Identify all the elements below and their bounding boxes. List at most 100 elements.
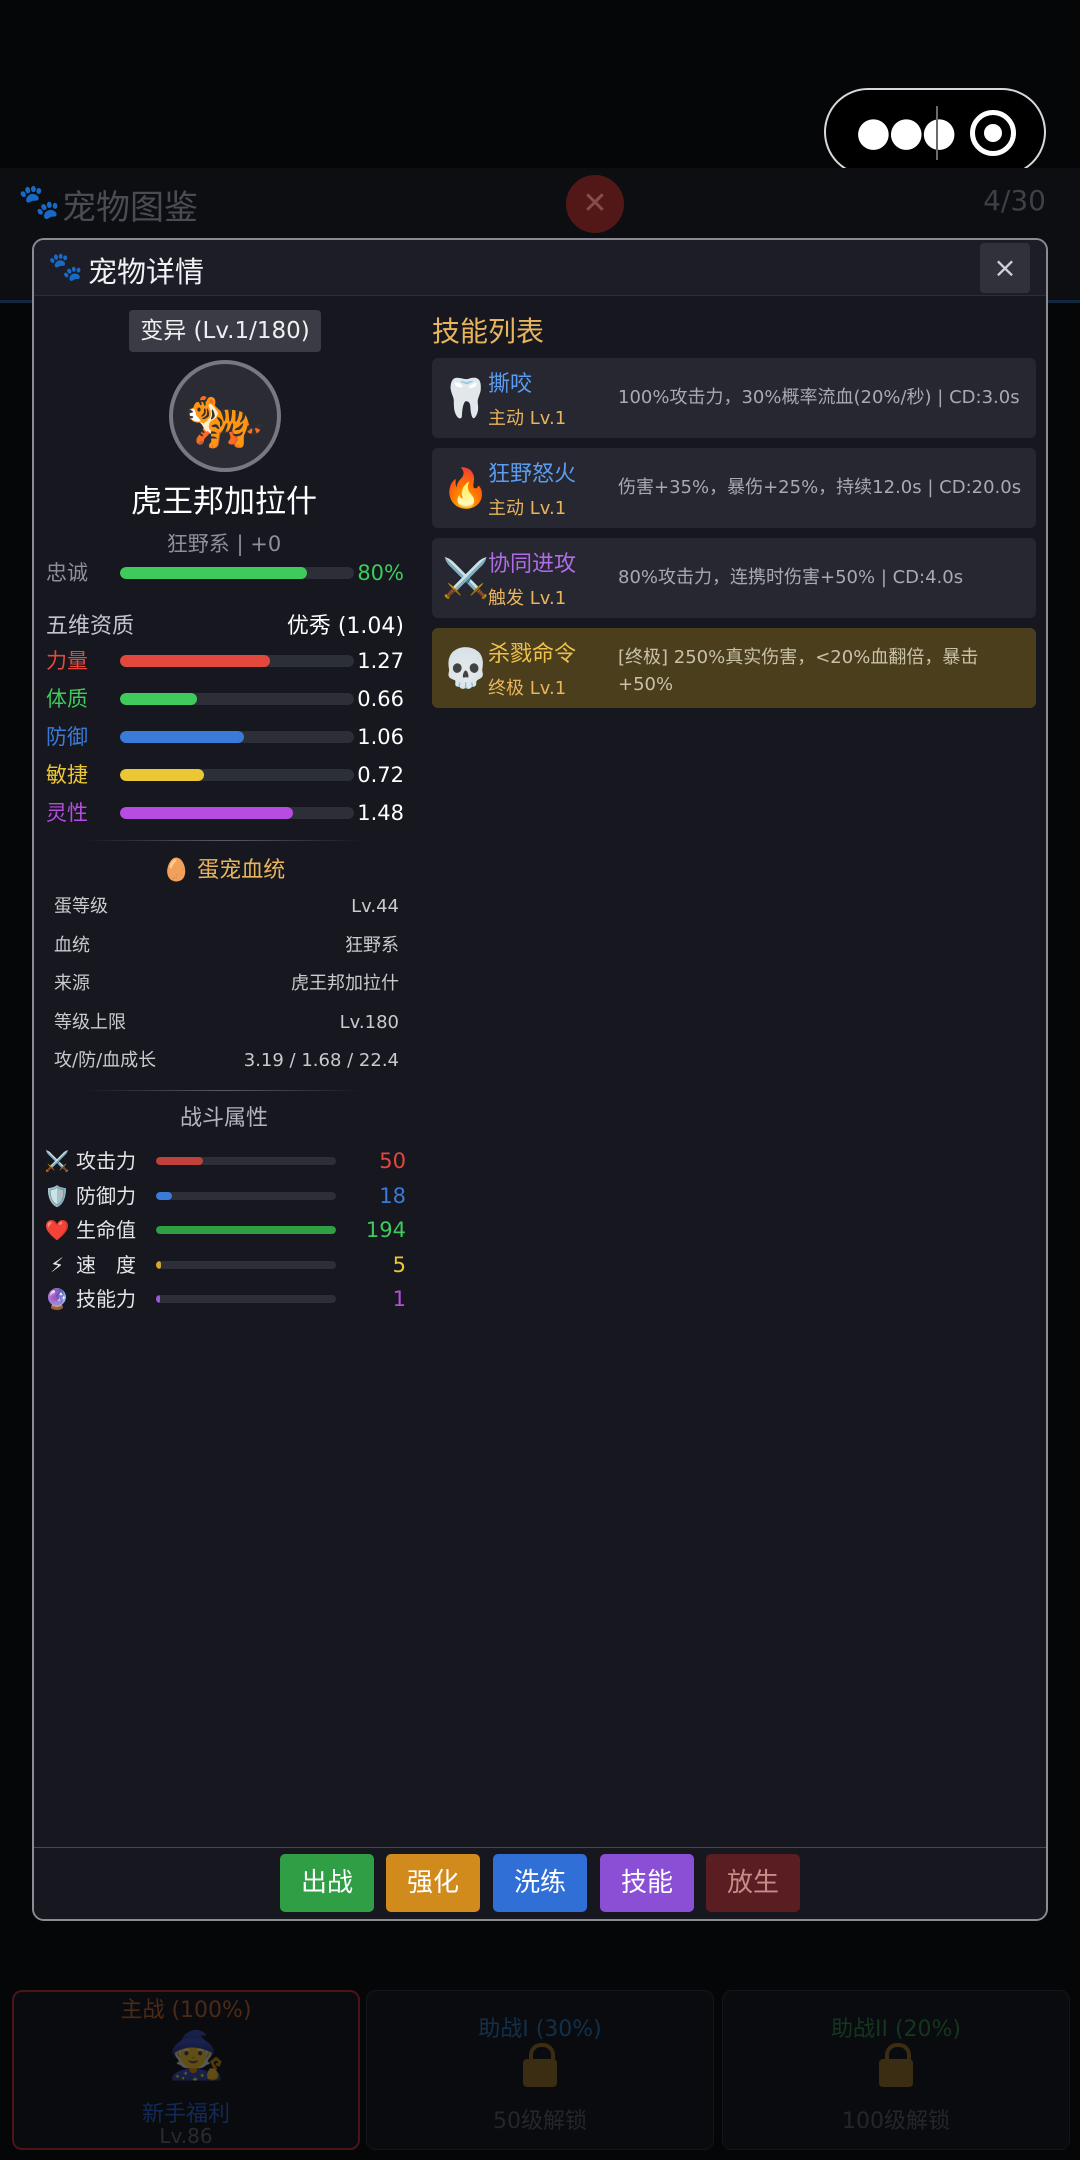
bloodline-row: 等级上限 Lv.180 xyxy=(54,1008,399,1038)
battle-stat-label: 技能力 xyxy=(76,1287,136,1311)
crossed-swords-icon: ⚔️ xyxy=(442,556,490,600)
skill-name: 协同进攻 xyxy=(488,552,577,577)
crystal-ball-icon: 🔮 xyxy=(44,1287,70,1311)
bloodline-row: 来源 虎王邦加拉什 xyxy=(54,969,399,999)
battle-stat-row-hp: ❤️ 生命值 194 xyxy=(44,1215,406,1245)
skill-card[interactable]: 💀 杀戮命令 终极 Lv.1 [终极] 250%真实伤害，<20%血翻倍，暴击+50% xyxy=(432,628,1036,708)
exit-target-icon[interactable] xyxy=(970,110,1016,156)
lightning-icon: ⚡ xyxy=(49,1252,65,1277)
aptitude-bar xyxy=(120,769,354,781)
bloodline-row: 血统 狂野系 xyxy=(54,931,399,961)
bloodline-key: 蛋等级 xyxy=(54,896,108,917)
main-battle-slot: 主战 (100%) 🧙 新手福利 Lv.86 xyxy=(12,1990,360,2150)
skills-button[interactable]: 技能 xyxy=(600,1854,694,1912)
skill-card[interactable]: ⚔️ 协同进攻 触发 Lv.1 80%攻击力，连携时伤害+50% | CD:4.0s xyxy=(432,538,1036,618)
close-button[interactable]: × xyxy=(980,243,1030,293)
shield-icon: 🛡️ xyxy=(44,1183,70,1208)
skill-level: 主动 Lv.1 xyxy=(488,408,567,429)
battle-stat-label: 速 度 xyxy=(76,1252,136,1277)
loyalty-value: 80% xyxy=(357,561,404,585)
aptitude-stat-value: 1.48 xyxy=(357,801,404,825)
bloodline-value: 虎王邦加拉什 xyxy=(291,973,399,994)
battle-stat-bar-fill xyxy=(156,1260,162,1269)
aptitude-stat-value: 0.66 xyxy=(357,687,404,711)
bloodline-key: 来源 xyxy=(54,973,90,994)
enhance-button[interactable]: 强化 xyxy=(386,1854,480,1912)
aptitude-bar xyxy=(120,655,354,667)
battle-stat-row-speed: ⚡ 速 度 5 xyxy=(44,1250,406,1280)
aptitude-stat-label: 灵性 xyxy=(46,801,88,825)
bloodline-value: 狂野系 xyxy=(345,934,399,956)
paw-icon: 🐾 xyxy=(48,250,83,283)
collection-count: 4/30 xyxy=(983,184,1046,217)
aptitude-stat-value: 0.72 xyxy=(357,763,404,787)
battle-stat-value: 5 xyxy=(392,1252,406,1277)
skill-name: 撕咬 xyxy=(488,372,533,397)
aptitude-row-spirit: 灵性 1.48 xyxy=(46,798,416,828)
skill-description: [终极] 250%真实伤害，<20%血翻倍，暴击+50% xyxy=(618,647,979,695)
aptitude-bar-fill xyxy=(120,655,270,667)
pet-detail-modal: 🐾 宠物详情 × 变异 (Lv.1/180) 🐅 虎王邦加拉什 狂野系 | +0… xyxy=(32,238,1048,1921)
bloodline-value: Lv.180 xyxy=(339,1011,399,1033)
aptitude-stat-label: 体质 xyxy=(46,687,88,711)
bloodline-title: 🥚 蛋宠血统 xyxy=(34,852,414,884)
bloodline-row: 攻/防/血成长 3.19 / 1.68 / 22.4 xyxy=(54,1046,399,1076)
aptitude-bar-fill xyxy=(120,693,198,705)
lock-icon xyxy=(523,2043,557,2087)
aptitude-bar-fill xyxy=(120,731,245,743)
skill-description: 80%攻击力，连携时伤害+50% | CD:4.0s xyxy=(618,567,964,588)
lock-icon xyxy=(879,2043,913,2087)
battle-stat-row-skill: 🔮 技能力 1 xyxy=(44,1284,406,1314)
skill-description: 伤害+35%，暴伤+25%，持续12.0s | CD:20.0s xyxy=(618,477,1022,498)
battle-stat-bar-fill xyxy=(156,1157,203,1165)
release-button[interactable]: 放生 xyxy=(706,1854,800,1912)
egg-icon: 🥚 xyxy=(162,858,191,883)
loyalty-bar-fill xyxy=(120,567,308,579)
more-icon[interactable]: ●●● xyxy=(856,108,957,156)
deploy-button[interactable]: 出战 xyxy=(280,1854,374,1912)
assist-slot-1: 助战I (30%) 50级解锁 xyxy=(366,1990,714,2150)
aptitude-stat-label: 防御 xyxy=(46,725,88,749)
skill-card[interactable]: 🔥 狂野怒火 主动 Lv.1 伤害+35%，暴伤+25%，持续12.0s | CD:2… xyxy=(432,448,1036,528)
aptitude-bar-fill xyxy=(120,769,205,781)
slot-pet-level: Lv.86 xyxy=(159,2124,213,2148)
battle-stat-label: 防御力 xyxy=(76,1183,136,1208)
tooth-icon: 🦷 xyxy=(442,376,490,420)
skill-card[interactable]: 🦷 撕咬主动 Lv.1 100%攻击力，30%概率流血(20%/秒) | CD:3.… xyxy=(432,358,1036,438)
battle-stat-row-attack: ⚔️ 攻击力 50 xyxy=(44,1146,406,1176)
bloodline-row: 蛋等级 Lv.44 xyxy=(54,892,399,922)
aptitude-row-agility: 敏捷 0.72 xyxy=(46,760,416,790)
battle-stat-label: 攻击力 xyxy=(76,1149,136,1173)
action-bar: 出战 强化 洗练 技能 放生 xyxy=(34,1847,1046,1919)
battle-stat-bar xyxy=(156,1226,336,1234)
bloodline-value: 3.19 / 1.68 / 22.4 xyxy=(243,1050,399,1071)
bloodline-value: Lv.44 xyxy=(351,896,399,917)
aptitude-grade: 优秀 (1.04) xyxy=(286,614,404,639)
refine-button[interactable]: 洗练 xyxy=(493,1854,587,1912)
battle-stat-bar-fill xyxy=(156,1295,160,1303)
aptitude-stat-label: 力量 xyxy=(46,649,88,673)
tiger-icon: 🐅 xyxy=(169,360,281,472)
pet-name: 虎王邦加拉什 xyxy=(131,484,317,520)
slot-title: 助战I (30%) xyxy=(478,2017,602,2042)
background-page-title: 宠物图鉴 xyxy=(62,188,198,228)
section-divider xyxy=(84,1090,364,1091)
mini-program-capsule: ●●● xyxy=(824,88,1046,176)
aptitude-bar xyxy=(120,807,354,819)
battle-stat-bar xyxy=(156,1260,336,1269)
capsule-divider xyxy=(936,106,938,160)
modal-header: 🐾 宠物详情 × xyxy=(34,240,1046,296)
battle-stat-row-defense: 🛡️ 防御力 18 xyxy=(44,1181,406,1211)
battle-stat-bar-fill xyxy=(156,1191,173,1200)
slot-lock-text: 100级解锁 xyxy=(842,2109,950,2134)
battle-stat-value: 1 xyxy=(392,1287,406,1311)
battle-stat-bar xyxy=(156,1157,336,1165)
skill-name: 杀戮命令 xyxy=(488,642,577,667)
mutation-badge: 变异 (Lv.1/180) xyxy=(129,310,321,352)
skill-description: 100%攻击力，30%概率流血(20%/秒) | CD:3.0s xyxy=(618,387,1020,408)
aptitude-label: 五维资质 xyxy=(46,614,135,639)
loyalty-row: 忠诚 80% xyxy=(46,558,416,588)
modal-title: 宠物详情 xyxy=(88,255,205,289)
battle-stat-bar xyxy=(156,1295,336,1303)
fire-icon: 🔥 xyxy=(442,466,490,510)
